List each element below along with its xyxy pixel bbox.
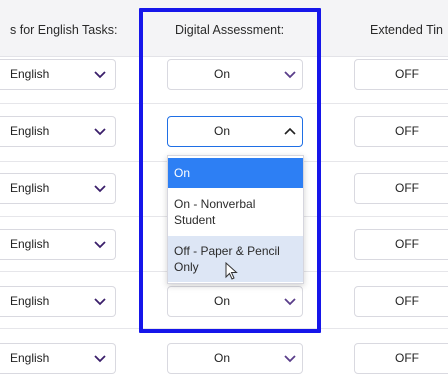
language-value: English [10, 181, 50, 195]
language-select[interactable]: English [0, 173, 116, 204]
language-value: English [10, 237, 50, 251]
chevron-down-icon [94, 355, 106, 363]
extended-time-select[interactable]: OFF [354, 286, 448, 317]
extended-time-value: OFF [395, 181, 419, 195]
language-select[interactable]: English [0, 286, 116, 317]
extended-time-select[interactable]: OFF [354, 229, 448, 260]
extended-time-value: OFF [395, 124, 419, 138]
language-value: English [10, 124, 50, 138]
extended-time-value: OFF [395, 294, 419, 308]
extended-time-select[interactable]: OFF [354, 343, 448, 374]
extended-time-value: OFF [395, 237, 419, 251]
language-select[interactable]: English [0, 116, 116, 147]
column-header-accommodations: s for English Tasks: [10, 23, 118, 37]
chevron-down-icon [94, 185, 106, 193]
extended-time-select[interactable]: OFF [354, 59, 448, 90]
language-value: English [10, 294, 50, 308]
language-value: English [10, 67, 50, 81]
chevron-down-icon [94, 71, 106, 79]
highlight-box [139, 8, 321, 333]
chevron-down-icon [94, 298, 106, 306]
extended-time-value: OFF [395, 67, 419, 81]
chevron-down-icon [94, 241, 106, 249]
chevron-down-icon [94, 128, 106, 136]
digital-assessment-select[interactable]: On [167, 343, 303, 374]
column-header-extended-time: Extended Tin [370, 23, 443, 37]
language-select[interactable]: English [0, 229, 116, 260]
chevron-down-icon [284, 355, 296, 363]
language-select[interactable]: English [0, 343, 116, 374]
extended-time-select[interactable]: OFF [354, 173, 448, 204]
extended-time-select[interactable]: OFF [354, 116, 448, 147]
language-select[interactable]: English [0, 59, 116, 90]
